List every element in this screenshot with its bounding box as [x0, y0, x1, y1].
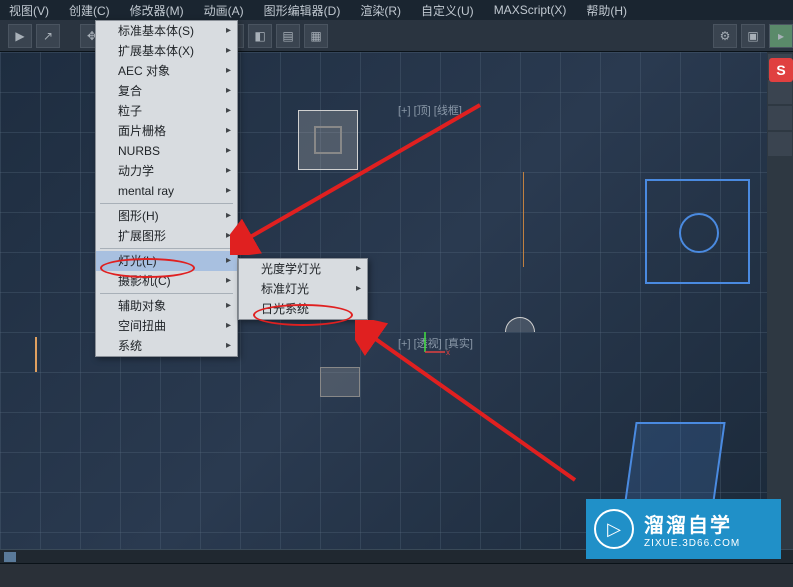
select-tool-icon[interactable]: ▶ — [8, 24, 32, 48]
scene-box-blue[interactable] — [645, 179, 750, 284]
menu-extended-primitives[interactable]: 扩展基本体(X) — [96, 41, 237, 61]
watermark-title: 溜溜自学 — [644, 509, 740, 538]
axis-gizmo[interactable]: x — [420, 327, 450, 357]
menu-photometric-lights[interactable]: 光度学灯光 — [239, 259, 367, 279]
menu-extended-shapes[interactable]: 扩展图形 — [96, 226, 237, 246]
mirror-tool-icon[interactable]: ◧ — [248, 24, 272, 48]
menu-helpers[interactable]: 辅助对象 — [96, 296, 237, 316]
menu-help[interactable]: 帮助(H) — [582, 0, 631, 21]
menu-particles[interactable]: 粒子 — [96, 101, 237, 121]
panel-tab-modify[interactable] — [768, 80, 792, 104]
menu-modifiers[interactable]: 修改器(M) — [126, 0, 188, 21]
menu-patch-grids[interactable]: 面片栅格 — [96, 121, 237, 141]
render-setup-icon[interactable]: ⚙ — [713, 24, 737, 48]
align-tool-icon[interactable]: ▤ — [276, 24, 300, 48]
menu-nurbs[interactable]: NURBS — [96, 141, 237, 161]
render-icon[interactable]: ▸ — [769, 24, 793, 48]
link-tool-icon[interactable]: ↗ — [36, 24, 60, 48]
command-panel-tabs — [767, 52, 793, 549]
menu-aec-objects[interactable]: AEC 对象 — [96, 61, 237, 81]
menu-dynamics[interactable]: 动力学 — [96, 161, 237, 181]
menu-separator — [100, 293, 233, 294]
layer-tool-icon[interactable]: ▦ — [304, 24, 328, 48]
scene-vertical-line — [523, 172, 524, 267]
menu-separator — [100, 203, 233, 204]
scene-box-persp[interactable] — [624, 422, 725, 502]
play-icon: ▷ — [594, 509, 634, 549]
menu-mental-ray[interactable]: mental ray — [96, 181, 237, 201]
menu-shapes[interactable]: 图形(H) — [96, 206, 237, 226]
svg-text:x: x — [446, 348, 450, 357]
watermark-url: ZIXUE.3D66.COM — [644, 538, 740, 549]
viewport-label-top[interactable]: [+] [顶] [线框] — [398, 102, 462, 118]
menubar: 视图(V) 创建(C) 修改器(M) 动画(A) 图形编辑器(D) 渲染(R) … — [0, 0, 793, 20]
menu-graph-editors[interactable]: 图形编辑器(D) — [260, 0, 345, 21]
panel-tab-motion[interactable] — [768, 132, 792, 156]
menu-standard-primitives[interactable]: 标准基本体(S) — [96, 21, 237, 41]
menu-compound[interactable]: 复合 — [96, 81, 237, 101]
menu-rendering[interactable]: 渲染(R) — [356, 0, 405, 21]
menu-cameras[interactable]: 摄影机(C) — [96, 271, 237, 291]
menu-systems[interactable]: 系统 — [96, 336, 237, 356]
lights-submenu: 光度学灯光 标准灯光 日光系统 — [238, 258, 368, 320]
menu-lights[interactable]: 灯光(L) — [96, 251, 237, 271]
scene-rectangle[interactable] — [298, 110, 358, 170]
render-frame-icon[interactable]: ▣ — [741, 24, 765, 48]
menu-customize[interactable]: 自定义(U) — [417, 0, 478, 21]
statusbar — [0, 563, 793, 587]
menu-separator — [100, 248, 233, 249]
scene-marker — [35, 337, 37, 372]
menu-create[interactable]: 创建(C) — [65, 0, 114, 21]
menu-maxscript[interactable]: MAXScript(X) — [490, 1, 571, 19]
screenshot-badge: S — [769, 58, 793, 82]
timeline-slider[interactable] — [4, 552, 16, 562]
watermark: ▷ 溜溜自学 ZIXUE.3D66.COM — [586, 499, 781, 559]
menu-view[interactable]: 视图(V) — [5, 0, 53, 21]
menu-animation[interactable]: 动画(A) — [200, 0, 248, 21]
create-dropdown: 标准基本体(S) 扩展基本体(X) AEC 对象 复合 粒子 面片栅格 NURB… — [95, 20, 238, 357]
menu-standard-lights[interactable]: 标准灯光 — [239, 279, 367, 299]
scene-box-gray[interactable] — [320, 367, 360, 397]
menu-space-warps[interactable]: 空间扭曲 — [96, 316, 237, 336]
menu-daylight-system[interactable]: 日光系统 — [239, 299, 367, 319]
panel-tab-hierarchy[interactable] — [768, 106, 792, 130]
